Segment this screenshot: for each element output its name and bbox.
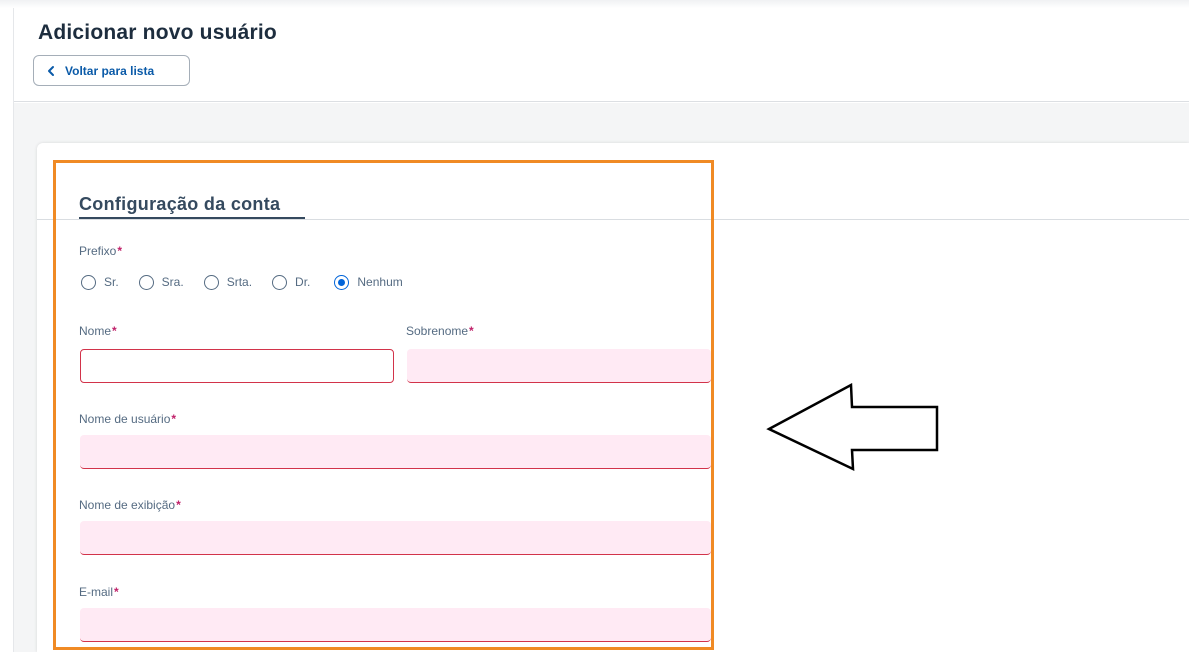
email-label: E-mail*	[79, 585, 119, 599]
radio-button[interactable]	[81, 274, 96, 290]
radio-button[interactable]	[138, 274, 154, 290]
radio-label: Sr.	[104, 275, 119, 289]
required-mark: *	[171, 412, 177, 426]
radio-label: Sra.	[161, 275, 184, 289]
display-name-label: Nome de exibição*	[79, 498, 181, 512]
username-label: Nome de usuário*	[79, 412, 176, 426]
top-shadow	[0, 0, 1189, 8]
last-name-label-text: Sobrenome	[406, 324, 469, 338]
display-name-label-text: Nome de exibição	[79, 498, 176, 512]
radio-label: Dr.	[295, 275, 311, 289]
prefix-label-text: Prefixo	[79, 244, 117, 258]
radio-selected-dot	[338, 278, 346, 286]
radio-button[interactable]	[272, 274, 288, 290]
radio-option-sra[interactable]: Sra.	[138, 274, 184, 290]
first-name-input[interactable]	[80, 349, 394, 383]
section-title-underline	[79, 217, 305, 219]
last-name-label: Sobrenome*	[406, 324, 474, 338]
radio-label: Nenhum	[357, 275, 403, 289]
required-mark: *	[114, 585, 119, 599]
left-arrow-icon	[766, 383, 939, 472]
back-button-label: Voltar para lista	[65, 63, 155, 78]
email-input[interactable]	[80, 608, 711, 642]
first-name-label-text: Nome	[79, 324, 112, 338]
radio-option-sr[interactable]: Sr.	[81, 274, 119, 290]
page: Adicionar novo usuário Voltar para lista…	[0, 0, 1189, 652]
email-label-text: E-mail	[79, 585, 114, 599]
required-mark: *	[469, 324, 474, 338]
section-title: Configuração da conta	[79, 194, 281, 214]
section-divider	[37, 219, 1189, 220]
required-mark: *	[112, 324, 117, 338]
radio-option-srta[interactable]: Srta.	[203, 274, 253, 290]
required-mark: *	[176, 498, 181, 512]
radio-button-selected[interactable]	[334, 274, 350, 290]
first-name-label: Nome*	[79, 324, 117, 338]
prefix-label: Prefixo*	[79, 244, 122, 258]
radio-label: Srta.	[226, 275, 253, 289]
radio-option-dr[interactable]: Dr.	[272, 274, 311, 290]
display-name-input[interactable]	[80, 521, 711, 555]
prefix-radio-group: Sr. Sra. Srta. Dr. Nenhum	[81, 272, 403, 292]
username-input[interactable]	[80, 435, 711, 469]
page-title: Adicionar novo usuário	[38, 21, 277, 44]
username-label-text: Nome de usuário	[79, 412, 171, 426]
last-name-input[interactable]	[407, 349, 711, 383]
radio-button[interactable]	[203, 274, 219, 290]
chevron-left-icon	[48, 65, 54, 76]
radio-option-nenhum[interactable]: Nenhum	[334, 274, 403, 290]
back-to-list-button[interactable]: Voltar para lista	[33, 55, 190, 86]
required-mark: *	[117, 244, 123, 258]
